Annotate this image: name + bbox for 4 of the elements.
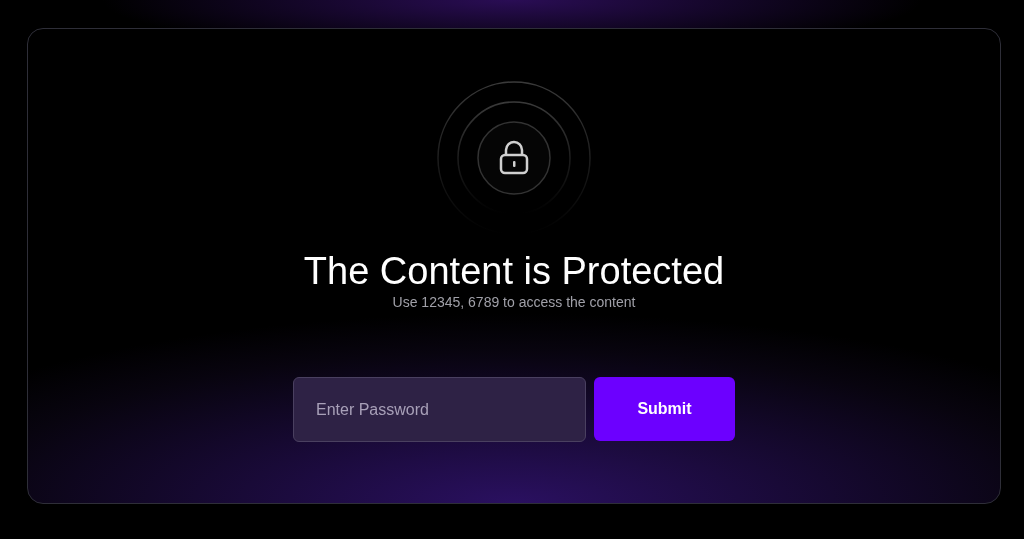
submit-button[interactable]: Submit: [594, 377, 735, 441]
page-title: The Content is Protected: [303, 249, 725, 293]
hint-text: Use 12345, 6789 to access the content: [392, 293, 636, 311]
password-field[interactable]: Enter Password: [293, 377, 586, 442]
